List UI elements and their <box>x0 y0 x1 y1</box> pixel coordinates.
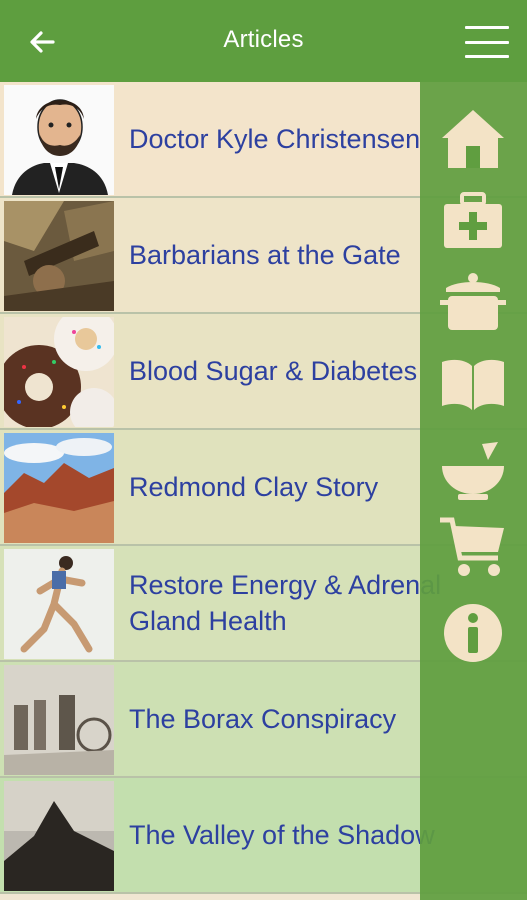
app-bar: Articles <box>0 0 527 82</box>
article-thumbnail <box>4 433 114 543</box>
medical-kit-icon[interactable] <box>438 190 508 256</box>
article-thumbnail <box>4 317 114 427</box>
info-icon[interactable] <box>438 600 508 666</box>
menu-line <box>465 26 509 29</box>
article-thumbnail <box>4 781 114 891</box>
side-menu <box>420 82 527 900</box>
menu-line <box>465 55 509 58</box>
page-title: Articles <box>223 26 304 53</box>
book-icon[interactable] <box>438 352 508 418</box>
article-thumbnail <box>4 201 114 311</box>
home-icon[interactable] <box>438 106 508 172</box>
article-thumbnail <box>4 665 114 775</box>
menu-line <box>465 40 509 44</box>
mortar-pestle-icon[interactable] <box>438 438 508 504</box>
article-thumbnail <box>4 85 114 195</box>
hamburger-menu-button[interactable] <box>465 22 509 62</box>
cooking-pot-icon[interactable] <box>438 268 508 334</box>
shopping-cart-icon[interactable] <box>438 514 508 580</box>
article-thumbnail <box>4 549 114 659</box>
